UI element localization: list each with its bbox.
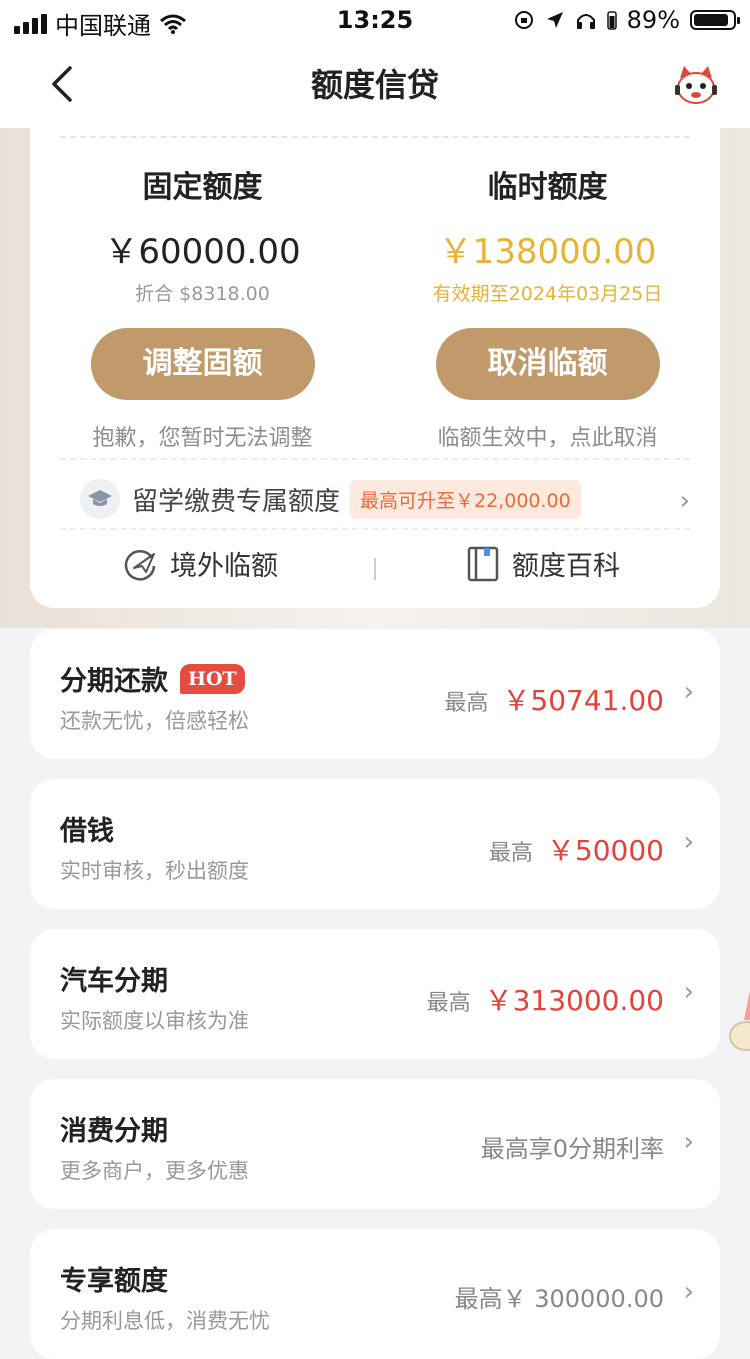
study-abroad-label: 留学缴费专属额度 (132, 486, 341, 517)
temporary-quota-amount: ￥138000.00 (438, 232, 657, 272)
study-abroad-badge: 最高可升至￥22,000.00 (350, 479, 581, 519)
product-limit-amount: ￥50741.00 (502, 684, 664, 717)
product-title: 借钱 (60, 816, 114, 847)
product-card-installment-repayment[interactable]: 分期还款 HOT 还款无忧，倍感轻松 最高 ￥50741.00 › (30, 629, 720, 759)
chevron-right-icon: › (683, 1277, 694, 1307)
product-limit-amount: ￥50000 (546, 834, 664, 867)
battery-percent: 89% (626, 6, 680, 34)
rotation-lock-icon (514, 11, 533, 29)
product-card-car-installment[interactable]: 汽车分期 实际额度以审核为准 最高 ￥313000.00 › (30, 929, 720, 1059)
product-title: 专享额度 (60, 1266, 168, 1297)
nav-bar: 额度信贷 (0, 40, 750, 128)
location-icon (546, 12, 563, 28)
product-card-borrow[interactable]: 借钱 实时审核，秒出额度 最高 ￥50000 › (30, 779, 720, 909)
fixed-quota-amount: ￥60000.00 (104, 232, 301, 272)
product-subtitle: 实时审核，秒出额度 (60, 859, 249, 883)
product-subtitle: 还款无忧，倍感轻松 (60, 709, 249, 733)
temporary-quota-expiry: 有效期至2024年03月25日 (432, 283, 663, 305)
study-abroad-quota-row[interactable]: 留学缴费专属额度 最高可升至￥22,000.00 › (80, 474, 690, 524)
product-limit-amount: ￥313000.00 (484, 984, 664, 1017)
product-title-row: 分期还款 HOT (60, 659, 245, 698)
product-title-row: 借钱 (60, 809, 114, 848)
divider (60, 458, 690, 460)
divider (374, 558, 376, 580)
status-right: 89% (513, 6, 740, 34)
hot-badge: HOT (180, 663, 245, 694)
product-limit-text: 最高￥ 300000.00 (454, 1285, 664, 1313)
product-limit-text: 最高享0分期利率 (480, 1135, 664, 1163)
cancel-temporary-quota-button[interactable]: 取消临额 (435, 328, 660, 400)
adjust-fixed-quota-button[interactable]: 调整固额 (90, 328, 315, 400)
product-title: 消费分期 (60, 1116, 168, 1147)
chevron-right-icon: › (683, 1127, 694, 1157)
divider (60, 136, 690, 138)
quota-wiki-label: 额度百科 (512, 551, 620, 582)
product-title: 汽车分期 (60, 966, 168, 997)
product-title-row: 汽车分期 (60, 959, 168, 998)
chevron-right-icon: › (683, 677, 694, 707)
chevron-right-icon: › (683, 977, 694, 1007)
page-title: 额度信贷 (310, 66, 439, 104)
product-subtitle: 更多商户，更多优惠 (60, 1159, 249, 1183)
product-subtitle: 实际额度以审核为准 (60, 1009, 249, 1033)
small-battery-icon (606, 11, 617, 30)
fixed-quota-section: 固定额度 ￥60000.00 折合 $8318.00 调整固额 抱歉，您暂时无法… (30, 162, 375, 452)
battery-fill (694, 14, 728, 26)
product-limit-prefix: 最高 (444, 691, 489, 716)
product-limit: 最高享0分期利率 (481, 1129, 664, 1164)
temporary-quota-title: 临时额度 (487, 170, 608, 205)
graduation-cap-icon (80, 479, 120, 519)
divider (60, 528, 690, 530)
fixed-quota-note: 抱歉，您暂时无法调整 (92, 426, 313, 451)
floating-mascot-icon[interactable] (720, 990, 750, 1060)
product-limit: 最高￥ 300000.00 (455, 1279, 664, 1314)
overseas-temp-quota-link[interactable]: 境外临额 (122, 544, 278, 583)
status-bar: 中国联通 13:25 89% (0, 0, 750, 40)
chevron-right-icon: › (683, 827, 694, 857)
product-limit: 最高 ￥50741.00 (444, 679, 664, 719)
product-limit-prefix: 最高 (426, 991, 471, 1016)
product-card-consumer-installment[interactable]: 消费分期 更多商户，更多优惠 最高享0分期利率 › (30, 1079, 720, 1209)
product-title-row: 消费分期 (60, 1109, 168, 1148)
product-card-exclusive-quota[interactable]: 专享额度 分期利息低，消费无忧 最高￥ 300000.00 › (30, 1229, 720, 1359)
battery-icon (690, 10, 740, 30)
product-limit: 最高 ￥50000 (489, 829, 664, 869)
product-title-row: 专享额度 (60, 1259, 168, 1298)
product-title: 分期还款 (60, 666, 168, 697)
product-limit: 最高 ￥313000.00 (427, 979, 664, 1019)
overseas-temp-quota-label: 境外临额 (170, 551, 278, 582)
fixed-quota-usd: 折合 $8318.00 (135, 283, 270, 305)
headphones-icon (576, 14, 595, 29)
plane-globe-icon (124, 549, 156, 580)
quota-links: 境外临额 额度百科 (30, 544, 720, 594)
quota-card: 固定额度 ￥60000.00 折合 $8318.00 调整固额 抱歉，您暂时无法… (30, 128, 720, 608)
temporary-quota-section: 临时额度 ￥138000.00 有效期至2024年03月25日 取消临额 临额生… (375, 162, 720, 452)
mascot-service-icon[interactable] (672, 60, 720, 108)
chevron-right-icon: › (679, 486, 690, 516)
fixed-quota-title: 固定额度 (142, 170, 263, 205)
product-subtitle: 分期利息低，消费无忧 (60, 1309, 270, 1333)
product-limit-prefix: 最高 (488, 841, 533, 866)
book-icon (467, 546, 499, 581)
quota-wiki-link[interactable]: 额度百科 (466, 544, 620, 583)
temporary-quota-note[interactable]: 临额生效中，点此取消 (375, 420, 720, 452)
